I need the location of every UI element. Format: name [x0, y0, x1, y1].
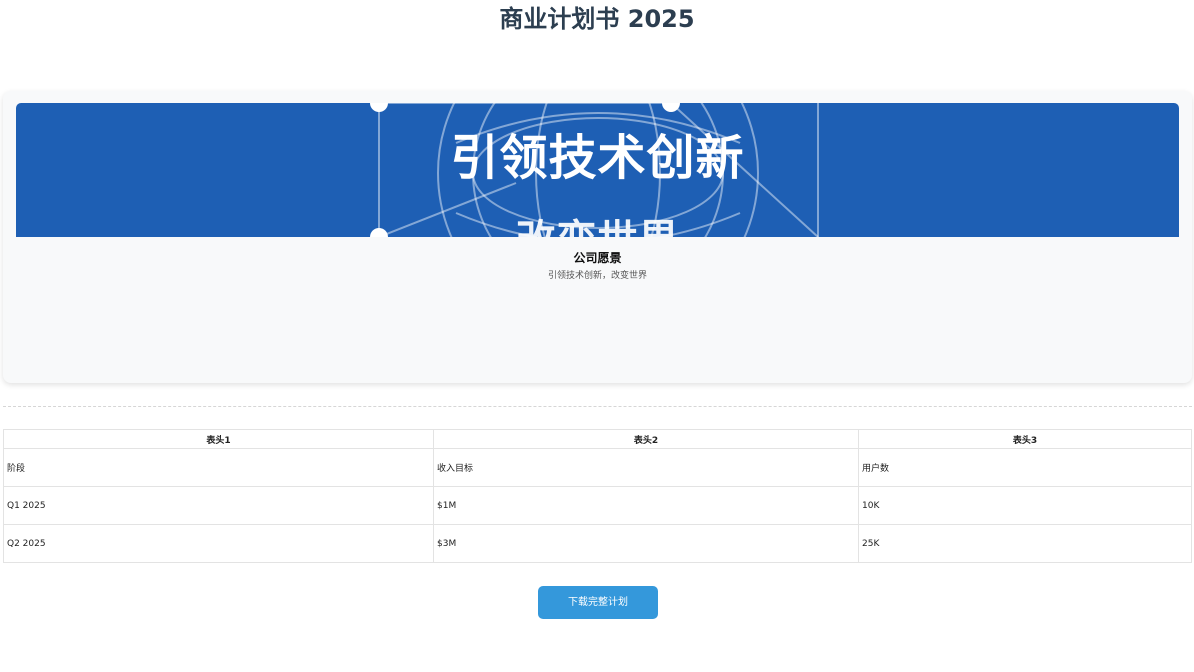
- table-cell: $1M: [433, 486, 859, 525]
- section-divider: [3, 406, 1192, 407]
- banner-subline: 改变世界: [16, 215, 1179, 237]
- vision-banner-image: 引领技术创新 改变世界: [16, 103, 1179, 237]
- banner-headline: 引领技术创新: [450, 130, 745, 186]
- vision-card: 引领技术创新 改变世界 公司愿景 引领技术创新，改变世界: [3, 91, 1192, 383]
- download-plan-button[interactable]: 下载完整计划: [538, 586, 658, 619]
- table-cell: 10K: [858, 486, 1192, 525]
- table-row: Q2 2025 $3M 25K: [3, 524, 1192, 563]
- plan-table: 表头1 表头2 表头3 阶段 收入目标 用户数 Q1 2025 $1M 10K …: [3, 429, 1192, 563]
- vision-title: 公司愿景: [573, 251, 622, 265]
- page-title: 商业计划书 2025: [499, 5, 695, 33]
- table-cell: 收入目标: [433, 448, 859, 487]
- table-header-cell: 表头1: [3, 429, 434, 449]
- table-cell: Q2 2025: [3, 524, 434, 563]
- table-cell: 25K: [858, 524, 1192, 563]
- table-row: 阶段 收入目标 用户数: [3, 448, 1192, 487]
- table-cell: Q1 2025: [3, 486, 434, 525]
- table-cell: 用户数: [858, 448, 1192, 487]
- table-row: Q1 2025 $1M 10K: [3, 486, 1192, 525]
- page: 商业计划书 2025 引领技术创新 公司愿景 引领技术创新，改变世界 表头1 表…: [0, 0, 1194, 672]
- table-header-cell: 表头3: [858, 429, 1192, 449]
- table-cell: 阶段: [3, 448, 434, 487]
- table-header-row: 表头1 表头2 表头3: [3, 429, 1192, 449]
- table-header-cell: 表头2: [433, 429, 859, 449]
- table-cell: $3M: [433, 524, 859, 563]
- vision-description: 引领技术创新，改变世界: [547, 271, 647, 281]
